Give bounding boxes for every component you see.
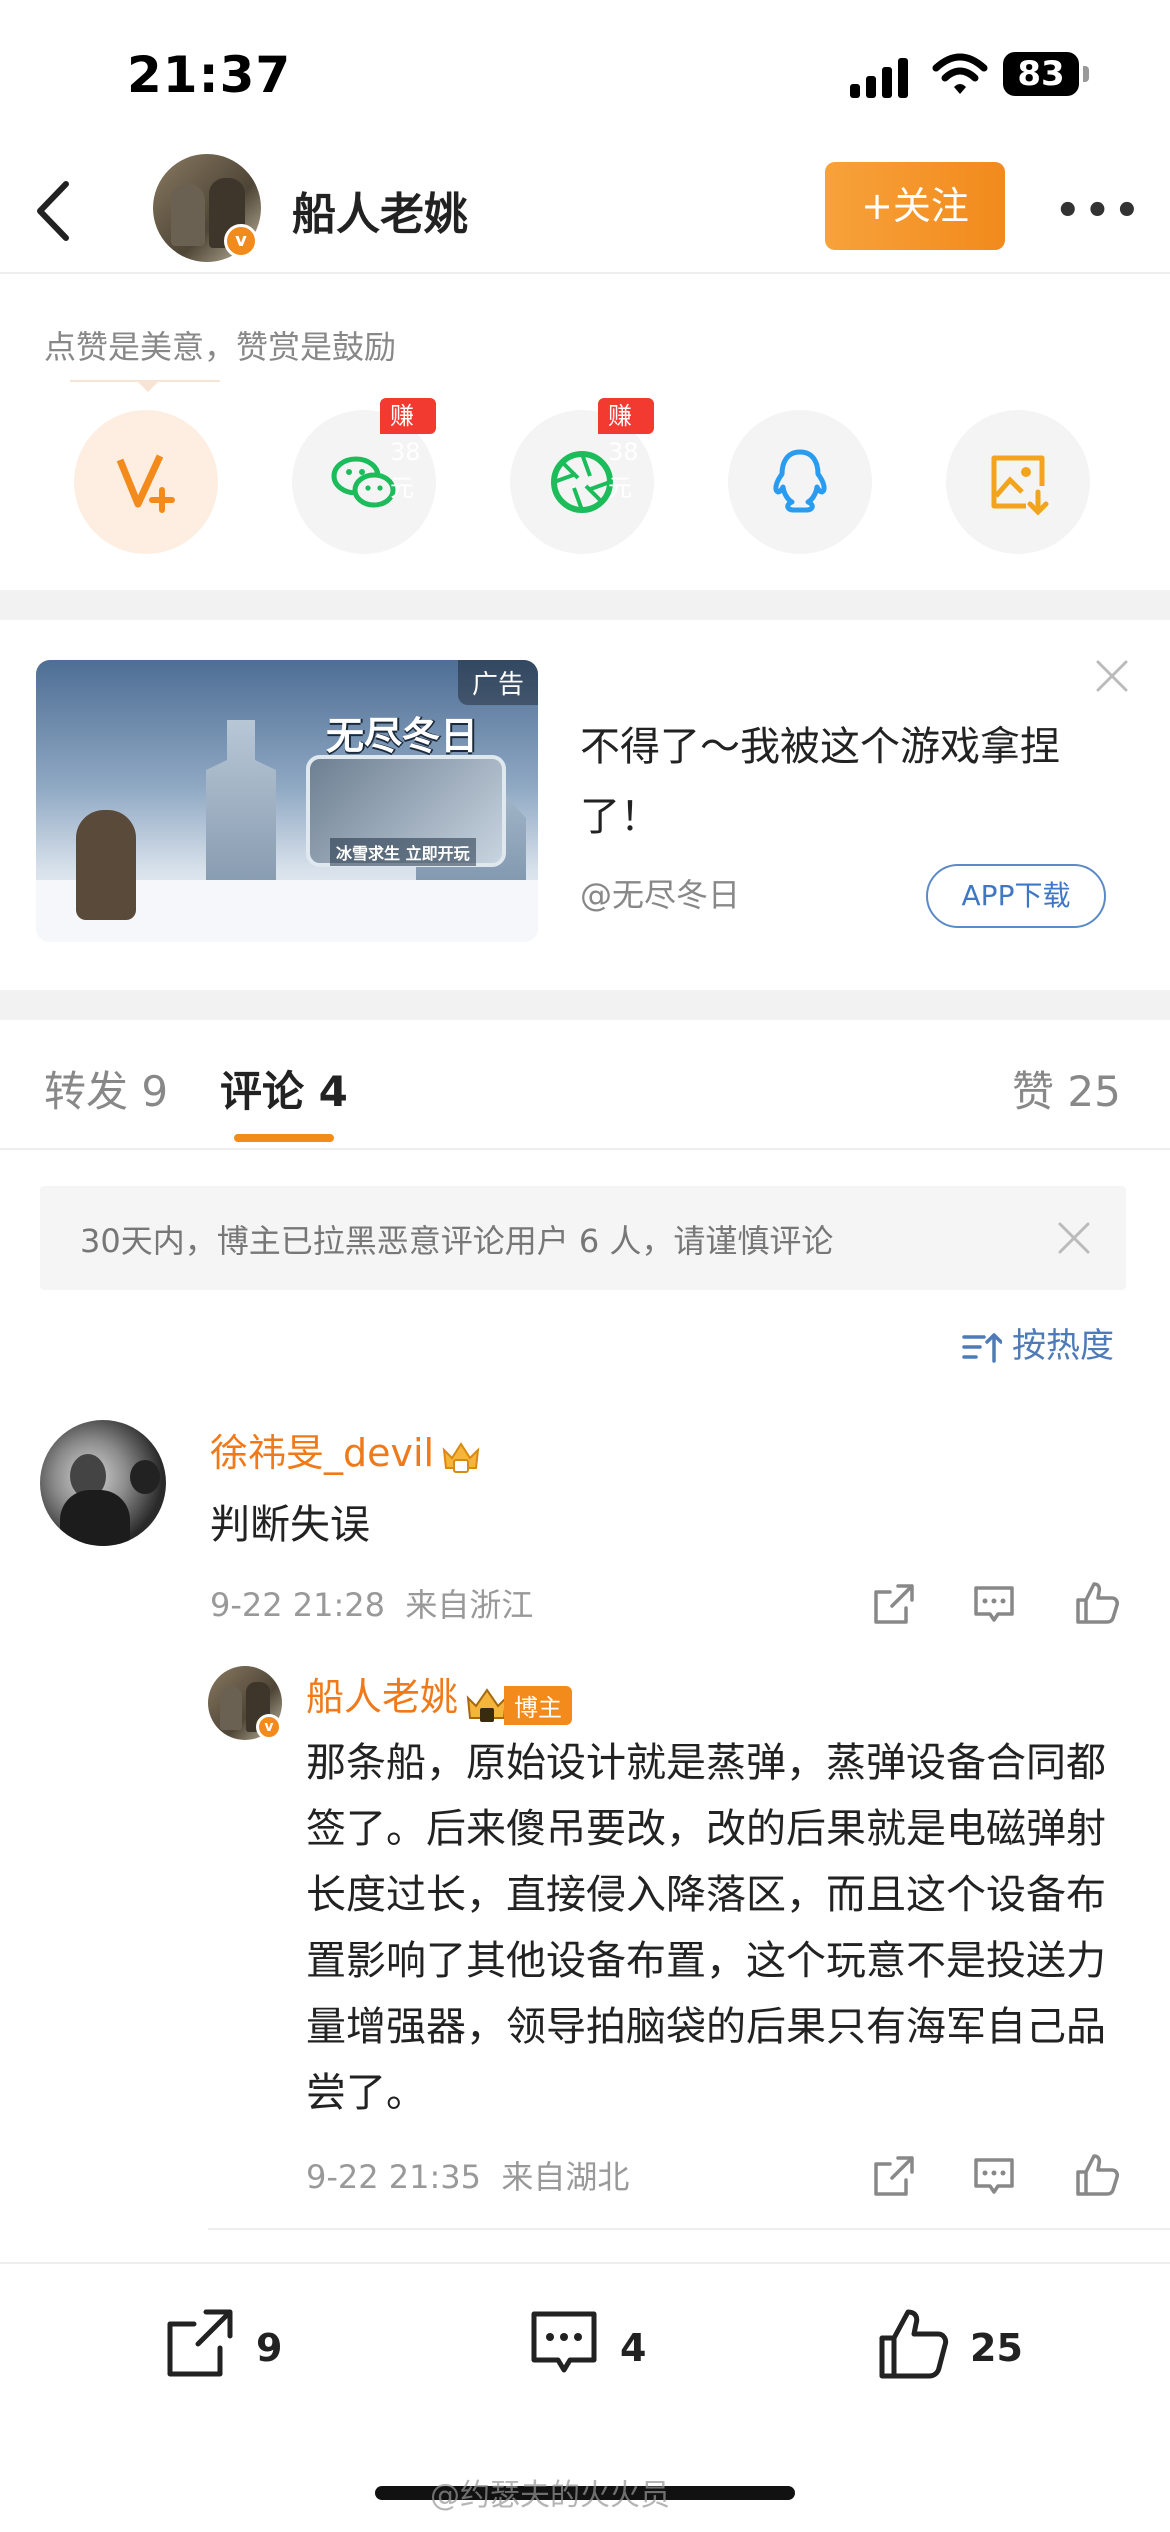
comment-location: 来自浙江: [405, 1586, 534, 1624]
follow-button[interactable]: +关注: [825, 162, 1005, 250]
notice-text: 30天内，博主已拉黑恶意评论用户 6 人，请谨慎评论: [80, 1222, 834, 1260]
ad-logo: 无尽冬日: [326, 714, 479, 758]
ad-tag: 广告: [457, 660, 538, 705]
ad-source[interactable]: @无尽冬日: [580, 870, 740, 916]
comment-user[interactable]: 徐祎旻_devil: [210, 1422, 482, 1477]
tab-indicator: [234, 1134, 334, 1142]
repost-icon: [167, 2309, 233, 2377]
author-name[interactable]: 船人老姚: [292, 178, 468, 242]
forward-icon[interactable]: [870, 1580, 918, 1628]
bottom-repost-button[interactable]: 9: [160, 2304, 310, 2394]
v-plus-icon: [116, 454, 175, 513]
comment-username: 徐祎旻_devil: [210, 1431, 435, 1475]
reply-location: 来自湖北: [501, 2158, 630, 2196]
watermark: @约瑟夫的火火员: [430, 2478, 670, 2513]
forward-icon[interactable]: [870, 2152, 918, 2200]
section-gap: [0, 990, 1170, 1020]
status-time: 21:37: [127, 46, 292, 104]
repost-count: 9: [256, 2326, 283, 2370]
comment-count: 4: [620, 2326, 647, 2370]
sort-icon: [962, 1332, 1002, 1363]
ad-slogan: 冰雪求生 立即开玩: [330, 838, 476, 866]
signal-icon: [850, 58, 908, 98]
wechat-share-button[interactable]: 赚38元: [292, 398, 436, 554]
reply-text: 那条船，原始设计就是蒸弹，蒸弹设备合同都签了。后来傻吊要改，改的后果就是电磁弹射…: [306, 1740, 1106, 2116]
reply-username: 船人老姚: [306, 1675, 459, 1719]
comment-divider: [208, 2228, 1170, 2230]
battery-level: 83: [1017, 54, 1065, 94]
like-icon[interactable]: [1072, 2150, 1122, 2200]
tab-comments[interactable]: 评论 4: [220, 1058, 348, 1119]
ad-title[interactable]: 不得了～我被这个游戏拿捏了！: [580, 712, 1100, 852]
bottom-comment-button[interactable]: 4: [524, 2304, 674, 2394]
member-crown-icon: [442, 1441, 480, 1473]
app-download-button[interactable]: APP下载: [926, 864, 1106, 928]
back-icon[interactable]: [30, 176, 80, 246]
close-icon[interactable]: [1092, 656, 1132, 696]
sort-label: 按热度: [1012, 1326, 1114, 1366]
tab-likes[interactable]: 赞 25: [1012, 1058, 1121, 1119]
reply-icon[interactable]: [970, 1580, 1018, 1628]
tab-repost[interactable]: 转发 9: [44, 1058, 168, 1119]
comment-meta: 9-22 21:28 来自浙江: [210, 1580, 533, 1626]
like-icon[interactable]: [1072, 1578, 1122, 1628]
reply-meta: 9-22 21:35 来自湖北: [306, 2152, 629, 2198]
verified-badge-icon: v: [224, 224, 258, 258]
host-label: 博主: [504, 1685, 573, 1725]
status-bar: 21:37 83: [0, 0, 1170, 150]
block-notice: 30天内，博主已拉黑恶意评论用户 6 人，请谨慎评论: [40, 1186, 1126, 1290]
qq-share-button[interactable]: [728, 410, 872, 554]
save-image-icon: [991, 455, 1049, 516]
save-image-button[interactable]: [946, 410, 1090, 554]
sort-button[interactable]: 按热度: [962, 1318, 1114, 1367]
earn-badge: 赚38元: [380, 398, 436, 502]
earn-badge: 赚38元: [598, 398, 654, 502]
ad-image[interactable]: 无尽冬日 冰雪求生 立即开玩 广告: [36, 660, 538, 942]
v-plus-button[interactable]: [74, 410, 218, 554]
reward-tip-arrow-icon: [136, 380, 160, 392]
qq-icon: [773, 449, 827, 513]
reply-time: 9-22 21:35: [306, 2158, 482, 2196]
host-badge: 博主: [464, 1681, 573, 1725]
share-row: 赚38元 赚38元: [0, 398, 1170, 560]
like-count: 25: [970, 2326, 1023, 2370]
nav-header: v 船人老姚 +关注 •••: [0, 150, 1170, 274]
comment-text: 判断失误: [210, 1502, 370, 1548]
comment-time: 9-22 21:28: [210, 1586, 386, 1624]
section-gap: [0, 590, 1170, 620]
thumbs-up-icon: [879, 2309, 949, 2379]
moments-share-button[interactable]: 赚38元: [510, 398, 654, 554]
verified-badge-icon: v: [256, 1714, 282, 1740]
more-options-icon[interactable]: •••: [1055, 188, 1144, 234]
tab-bar: 转发 9 评论 4 赞 25: [0, 1020, 1170, 1150]
wifi-icon: [932, 53, 988, 94]
reward-tip: 点赞是美意，赞赏是鼓励: [44, 328, 397, 366]
reply-user[interactable]: 船人老姚 博主: [306, 1666, 573, 1725]
comment-icon: [531, 2311, 597, 2373]
close-icon[interactable]: [1052, 1216, 1096, 1260]
reply-icon[interactable]: [970, 2152, 1018, 2200]
bottom-like-button[interactable]: 25: [874, 2304, 1044, 2394]
commenter-avatar[interactable]: [40, 1420, 166, 1546]
